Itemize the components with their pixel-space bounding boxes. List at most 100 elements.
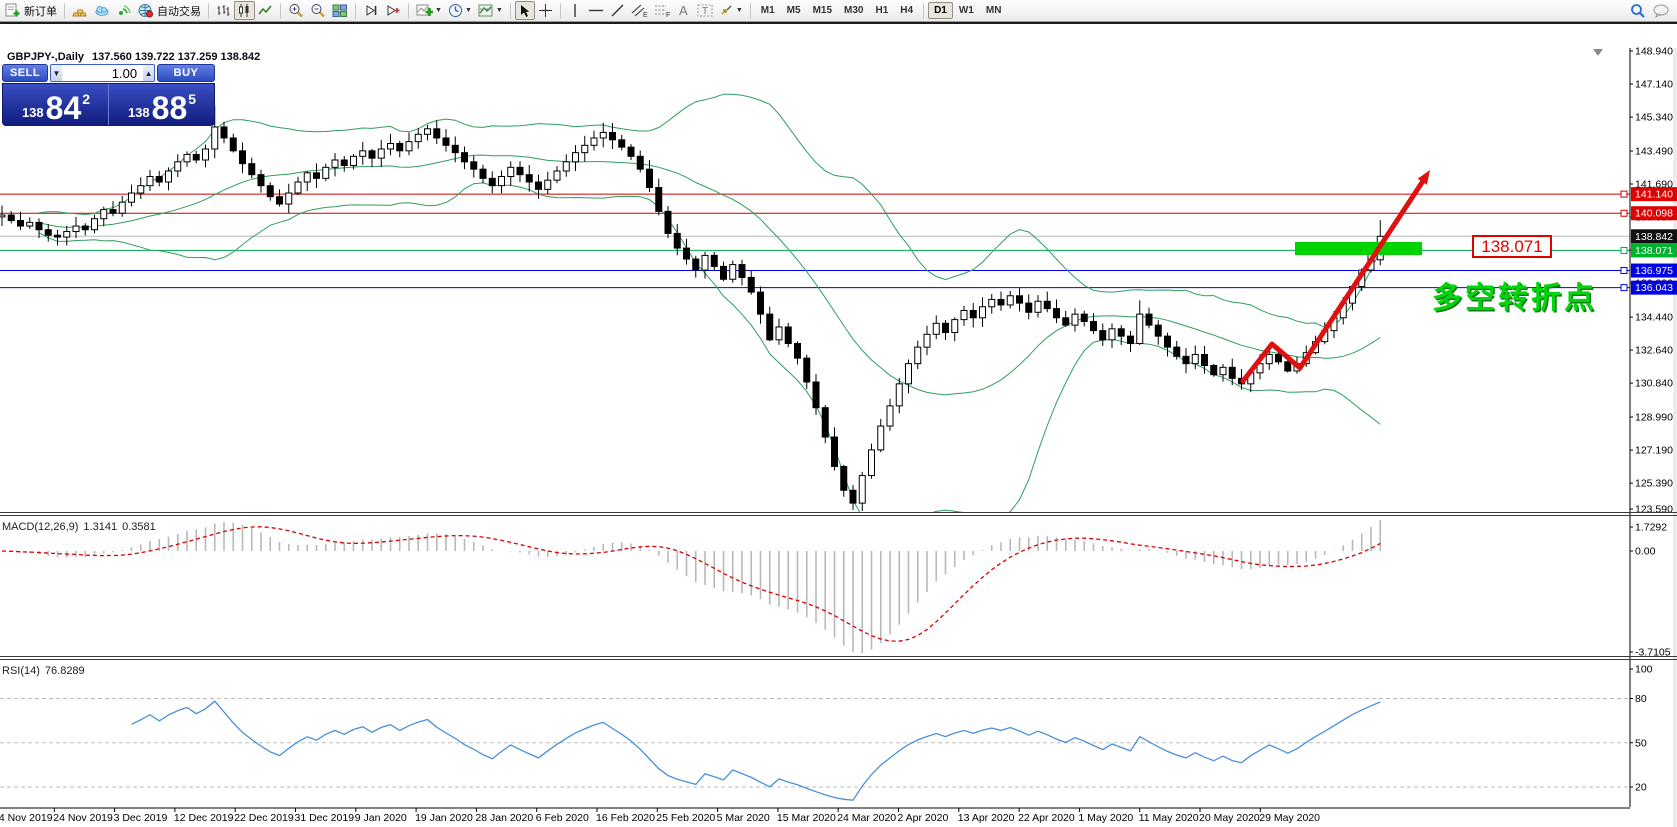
date-axis-label: 2 Apr 2020 xyxy=(898,812,949,824)
toolbar-separator xyxy=(280,3,281,19)
svg-text:T: T xyxy=(702,6,708,17)
chart-window[interactable]: 148.940147.140145.340143.490141.690139.8… xyxy=(0,22,1677,803)
date-axis-label: 31 Dec 2019 xyxy=(295,812,355,824)
turning-point-note[interactable]: 多空转折点 xyxy=(1432,273,1597,317)
cloud-icon xyxy=(94,3,110,18)
price-tag-138.842: 138.842 xyxy=(1631,229,1677,243)
indicators-button[interactable]: ▼ xyxy=(413,1,445,20)
vol-down-button[interactable]: ▼ xyxy=(51,65,62,81)
date-axis-label: 15 Mar 2020 xyxy=(777,812,836,824)
svg-text:E: E xyxy=(643,12,648,18)
timeframe-mn-button[interactable]: MN xyxy=(980,2,1008,19)
text-label-button[interactable]: T xyxy=(694,1,716,20)
clock-icon xyxy=(448,3,463,18)
buy-button[interactable]: BUY xyxy=(157,64,215,82)
search-button[interactable] xyxy=(1627,1,1649,20)
toolbar-separator xyxy=(560,3,561,19)
date-axis-label: 12 Dec 2019 xyxy=(174,812,234,824)
bar-chart-button[interactable] xyxy=(213,1,234,20)
rsi-title: RSI(14) xyxy=(2,665,40,677)
toolbar-separator xyxy=(750,3,751,19)
timeframe-m5-button[interactable]: M5 xyxy=(781,2,807,19)
new-order-button[interactable]: 新订单 xyxy=(2,1,60,20)
dropdown-caret-icon: ▼ xyxy=(435,7,442,14)
market-watch-button[interactable] xyxy=(69,1,91,20)
bollinger-band[interactable] xyxy=(39,155,1380,395)
price-axis-label: 127.190 xyxy=(1635,445,1673,457)
date-axis-label: 6 Feb 2020 xyxy=(536,812,589,824)
buy-price-figure: 138 xyxy=(128,106,150,121)
date-axis-label: 3 Dec 2019 xyxy=(114,812,168,824)
price-callout-box[interactable]: 138.071 xyxy=(1472,235,1552,258)
chat-button[interactable] xyxy=(1649,1,1673,20)
vertical-line-button[interactable] xyxy=(565,1,585,20)
rsi-panel xyxy=(0,699,1630,801)
line-chart-icon xyxy=(258,3,273,18)
horizontal-line-button[interactable] xyxy=(585,1,607,20)
chat-bubble-icon xyxy=(1652,3,1670,18)
svg-text:A: A xyxy=(679,3,688,18)
fibonacci-button[interactable]: F xyxy=(651,1,674,20)
timeframe-h4-button[interactable]: H4 xyxy=(894,2,919,19)
toolbar-separator xyxy=(923,3,924,19)
horizontal-line-icon xyxy=(588,3,604,18)
templates-button[interactable]: ▼ xyxy=(475,1,506,20)
rsi-axis-label: 80 xyxy=(1635,693,1647,705)
quote-price-display[interactable]: 138 84 2 138 88 5 xyxy=(2,83,215,126)
highlight-rectangle[interactable] xyxy=(1295,242,1422,255)
zoom-out-button[interactable] xyxy=(307,1,329,20)
line-chart-button[interactable] xyxy=(255,1,276,20)
timeframe-d1-button[interactable]: D1 xyxy=(928,2,953,19)
tile-windows-button[interactable] xyxy=(329,1,351,20)
cursor-button[interactable] xyxy=(515,1,535,20)
candlestick-chart-button[interactable] xyxy=(234,1,255,20)
sell-price[interactable]: 138 84 2 xyxy=(3,84,109,125)
candlestick-series xyxy=(0,106,1383,511)
timeframe-w1-button[interactable]: W1 xyxy=(953,2,980,19)
periods-button[interactable]: ▼ xyxy=(445,1,475,20)
macd-axis-label: 0.00 xyxy=(1635,545,1656,557)
timeframe-m30-button[interactable]: M30 xyxy=(838,2,869,19)
zoom-in-button[interactable] xyxy=(285,1,307,20)
text-button[interactable]: A xyxy=(674,1,694,20)
rsi-label: RSI(14)76.8289 xyxy=(2,665,90,677)
template-icon xyxy=(478,3,494,18)
crosshair-button[interactable] xyxy=(535,1,556,20)
chart-canvas[interactable]: 148.940147.140145.340143.490141.690139.8… xyxy=(0,24,1677,827)
price-axis-label: 132.640 xyxy=(1635,345,1673,357)
autotrading-button[interactable]: 自动交易 xyxy=(135,1,204,20)
line-handle[interactable] xyxy=(1621,191,1627,197)
timeframe-h1-button[interactable]: H1 xyxy=(869,2,894,19)
line-handle[interactable] xyxy=(1621,285,1627,291)
timeframe-m15-button[interactable]: M15 xyxy=(807,2,838,19)
macd-main-value: 1.3141 xyxy=(83,521,117,533)
auto-scroll-button[interactable] xyxy=(360,1,382,20)
line-handle[interactable] xyxy=(1621,247,1627,253)
community-button[interactable] xyxy=(91,1,113,20)
cursor-arrow-icon xyxy=(518,4,531,18)
main-toolbar: 新订单 自动交易 ▼ ▼ ▼ E F A T ▼ M1 M5 M15 M30 H… xyxy=(0,0,1677,22)
line-handle[interactable] xyxy=(1621,210,1627,216)
timeframe-m1-button[interactable]: M1 xyxy=(755,2,781,19)
buy-price[interactable]: 138 88 5 xyxy=(109,84,214,125)
vol-up-button[interactable]: ▲ xyxy=(143,65,154,81)
signals-button[interactable] xyxy=(113,1,135,20)
chart-shift-marker[interactable] xyxy=(1593,49,1603,56)
bollinger-band[interactable] xyxy=(39,94,1380,327)
date-axis-label: 22 Dec 2019 xyxy=(234,812,294,824)
channel-icon: E xyxy=(631,3,648,18)
sell-button[interactable]: SELL xyxy=(2,64,48,82)
arrows-button[interactable]: ▼ xyxy=(716,1,746,20)
line-handle[interactable] xyxy=(1621,268,1627,274)
text-label-icon: T xyxy=(697,3,713,18)
toolbar-separator xyxy=(408,3,409,19)
date-axis-label: 19 Jan 2020 xyxy=(415,812,473,824)
price-axis-label: 123.590 xyxy=(1635,504,1673,516)
volume-input[interactable] xyxy=(62,65,143,81)
date-axis-label: 1 May 2020 xyxy=(1078,812,1133,824)
chart-shift-button[interactable] xyxy=(382,1,404,20)
trendline-button[interactable] xyxy=(607,1,628,20)
equidistant-channel-button[interactable]: E xyxy=(628,1,651,20)
auto-scroll-icon xyxy=(363,3,379,18)
trend-arrow[interactable] xyxy=(1243,170,1430,381)
